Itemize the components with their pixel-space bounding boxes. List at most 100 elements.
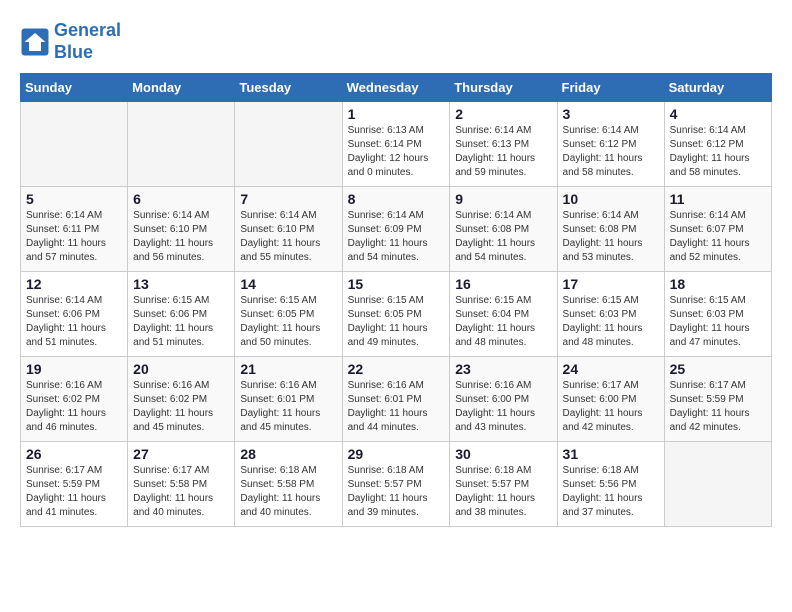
day-info: Sunrise: 6:16 AM Sunset: 6:02 PM Dayligh… (26, 379, 122, 435)
day-number: 18 (670, 276, 766, 292)
calendar-cell: 8Sunrise: 6:14 AM Sunset: 6:09 PM Daylig… (342, 187, 450, 272)
calendar-cell: 21 Sunrise: 6:16 AM Sunset: 6:01 PM Dayli… (235, 357, 342, 442)
day-header-friday: Friday (557, 74, 664, 102)
day-info: Sunrise: 6:15 AM Sunset: 6:04 PM Dayligh… (455, 294, 551, 350)
day-number: 28 (240, 446, 336, 462)
calendar-cell: 4 Sunrise: 6:14 AM Sunset: 6:12 PM Daylig… (664, 102, 771, 187)
calendar-cell: 22 Sunrise: 6:16 AM Sunset: 6:01 PM Dayli… (342, 357, 450, 442)
day-info: Sunrise: 6:14 AM Sunset: 6:08 PM Dayligh… (563, 209, 659, 265)
calendar-cell: 17 Sunrise: 6:15 AM Sunset: 6:03 PM Dayli… (557, 272, 664, 357)
day-info: Sunrise: 6:15 AM Sunset: 6:03 PM Dayligh… (563, 294, 659, 350)
calendar-cell: 11 Sunrise: 6:14 AM Sunset: 6:07 PM Dayli… (664, 187, 771, 272)
week-row-2: 5Sunrise: 6:14 AM Sunset: 6:11 PM Daylig… (21, 187, 772, 272)
calendar-cell: 20 Sunrise: 6:16 AM Sunset: 6:02 PM Dayli… (128, 357, 235, 442)
day-info: Sunrise: 6:14 AM Sunset: 6:12 PM Dayligh… (670, 124, 766, 180)
calendar-cell: 23Sunrise: 6:16 AM Sunset: 6:00 PM Dayli… (450, 357, 557, 442)
calendar-cell (128, 102, 235, 187)
day-number: 13 (133, 276, 229, 292)
day-number: 15 (348, 276, 445, 292)
calendar-cell: 14Sunrise: 6:15 AM Sunset: 6:05 PM Dayli… (235, 272, 342, 357)
day-number: 21 (240, 361, 336, 377)
day-info: Sunrise: 6:18 AM Sunset: 5:57 PM Dayligh… (455, 464, 551, 520)
day-number: 29 (348, 446, 445, 462)
week-row-4: 19 Sunrise: 6:16 AM Sunset: 6:02 PM Dayli… (21, 357, 772, 442)
day-number: 25 (670, 361, 766, 377)
day-info: Sunrise: 6:13 AM Sunset: 6:14 PM Dayligh… (348, 124, 445, 180)
calendar-cell: 31 Sunrise: 6:18 AM Sunset: 5:56 PM Dayli… (557, 442, 664, 527)
day-number: 24 (563, 361, 659, 377)
day-number: 3 (563, 106, 659, 122)
page-header: General Blue (20, 20, 772, 63)
day-number: 5 (26, 191, 122, 207)
day-number: 9 (455, 191, 551, 207)
day-number: 6 (133, 191, 229, 207)
calendar-cell: 5Sunrise: 6:14 AM Sunset: 6:11 PM Daylig… (21, 187, 128, 272)
day-info: Sunrise: 6:15 AM Sunset: 6:05 PM Dayligh… (240, 294, 336, 350)
day-number: 27 (133, 446, 229, 462)
calendar-cell: 6 Sunrise: 6:14 AM Sunset: 6:10 PM Daylig… (128, 187, 235, 272)
day-info: Sunrise: 6:15 AM Sunset: 6:03 PM Dayligh… (670, 294, 766, 350)
logo: General Blue (20, 20, 121, 63)
calendar-cell: 10 Sunrise: 6:14 AM Sunset: 6:08 PM Dayli… (557, 187, 664, 272)
calendar-cell: 13 Sunrise: 6:15 AM Sunset: 6:06 PM Dayli… (128, 272, 235, 357)
day-number: 8 (348, 191, 445, 207)
day-info: Sunrise: 6:16 AM Sunset: 6:02 PM Dayligh… (133, 379, 229, 435)
day-info: Sunrise: 6:14 AM Sunset: 6:10 PM Dayligh… (133, 209, 229, 265)
day-number: 26 (26, 446, 122, 462)
calendar-cell: 28 Sunrise: 6:18 AM Sunset: 5:58 PM Dayli… (235, 442, 342, 527)
day-info: Sunrise: 6:14 AM Sunset: 6:10 PM Dayligh… (240, 209, 336, 265)
day-info: Sunrise: 6:16 AM Sunset: 6:01 PM Dayligh… (348, 379, 445, 435)
day-number: 10 (563, 191, 659, 207)
calendar-cell: 7 Sunrise: 6:14 AM Sunset: 6:10 PM Daylig… (235, 187, 342, 272)
calendar-cell: 29 Sunrise: 6:18 AM Sunset: 5:57 PM Dayli… (342, 442, 450, 527)
day-number: 31 (563, 446, 659, 462)
day-number: 1 (348, 106, 445, 122)
calendar-table: SundayMondayTuesdayWednesdayThursdayFrid… (20, 73, 772, 527)
day-number: 12 (26, 276, 122, 292)
day-header-tuesday: Tuesday (235, 74, 342, 102)
day-header-wednesday: Wednesday (342, 74, 450, 102)
week-row-1: 1 Sunrise: 6:13 AM Sunset: 6:14 PM Daylig… (21, 102, 772, 187)
day-info: Sunrise: 6:17 AM Sunset: 5:58 PM Dayligh… (133, 464, 229, 520)
day-info: Sunrise: 6:15 AM Sunset: 6:05 PM Dayligh… (348, 294, 445, 350)
day-number: 16 (455, 276, 551, 292)
day-info: Sunrise: 6:16 AM Sunset: 6:01 PM Dayligh… (240, 379, 336, 435)
day-info: Sunrise: 6:18 AM Sunset: 5:57 PM Dayligh… (348, 464, 445, 520)
calendar-cell: 12 Sunrise: 6:14 AM Sunset: 6:06 PM Dayli… (21, 272, 128, 357)
day-info: Sunrise: 6:14 AM Sunset: 6:13 PM Dayligh… (455, 124, 551, 180)
day-info: Sunrise: 6:16 AM Sunset: 6:00 PM Dayligh… (455, 379, 551, 435)
day-info: Sunrise: 6:15 AM Sunset: 6:06 PM Dayligh… (133, 294, 229, 350)
calendar-cell: 3 Sunrise: 6:14 AM Sunset: 6:12 PM Daylig… (557, 102, 664, 187)
day-header-thursday: Thursday (450, 74, 557, 102)
logo-icon (20, 27, 50, 57)
day-info: Sunrise: 6:18 AM Sunset: 5:56 PM Dayligh… (563, 464, 659, 520)
day-number: 20 (133, 361, 229, 377)
day-number: 17 (563, 276, 659, 292)
day-info: Sunrise: 6:14 AM Sunset: 6:12 PM Dayligh… (563, 124, 659, 180)
days-header-row: SundayMondayTuesdayWednesdayThursdayFrid… (21, 74, 772, 102)
calendar-cell: 26 Sunrise: 6:17 AM Sunset: 5:59 PM Dayli… (21, 442, 128, 527)
week-row-3: 12 Sunrise: 6:14 AM Sunset: 6:06 PM Dayli… (21, 272, 772, 357)
day-info: Sunrise: 6:18 AM Sunset: 5:58 PM Dayligh… (240, 464, 336, 520)
day-number: 2 (455, 106, 551, 122)
day-info: Sunrise: 6:14 AM Sunset: 6:08 PM Dayligh… (455, 209, 551, 265)
day-number: 19 (26, 361, 122, 377)
calendar-cell: 18 Sunrise: 6:15 AM Sunset: 6:03 PM Dayli… (664, 272, 771, 357)
calendar-cell (235, 102, 342, 187)
calendar-cell: 2 Sunrise: 6:14 AM Sunset: 6:13 PM Daylig… (450, 102, 557, 187)
day-info: Sunrise: 6:14 AM Sunset: 6:07 PM Dayligh… (670, 209, 766, 265)
calendar-cell: 16 Sunrise: 6:15 AM Sunset: 6:04 PM Dayli… (450, 272, 557, 357)
day-info: Sunrise: 6:14 AM Sunset: 6:06 PM Dayligh… (26, 294, 122, 350)
day-info: Sunrise: 6:17 AM Sunset: 5:59 PM Dayligh… (26, 464, 122, 520)
day-number: 4 (670, 106, 766, 122)
calendar-cell: 19 Sunrise: 6:16 AM Sunset: 6:02 PM Dayli… (21, 357, 128, 442)
calendar-cell: 24Sunrise: 6:17 AM Sunset: 6:00 PM Dayli… (557, 357, 664, 442)
calendar-cell: 9 Sunrise: 6:14 AM Sunset: 6:08 PM Daylig… (450, 187, 557, 272)
day-number: 11 (670, 191, 766, 207)
day-info: Sunrise: 6:17 AM Sunset: 5:59 PM Dayligh… (670, 379, 766, 435)
calendar-cell: 15 Sunrise: 6:15 AM Sunset: 6:05 PM Dayli… (342, 272, 450, 357)
calendar-cell: 30Sunrise: 6:18 AM Sunset: 5:57 PM Dayli… (450, 442, 557, 527)
day-number: 7 (240, 191, 336, 207)
day-header-sunday: Sunday (21, 74, 128, 102)
day-number: 22 (348, 361, 445, 377)
